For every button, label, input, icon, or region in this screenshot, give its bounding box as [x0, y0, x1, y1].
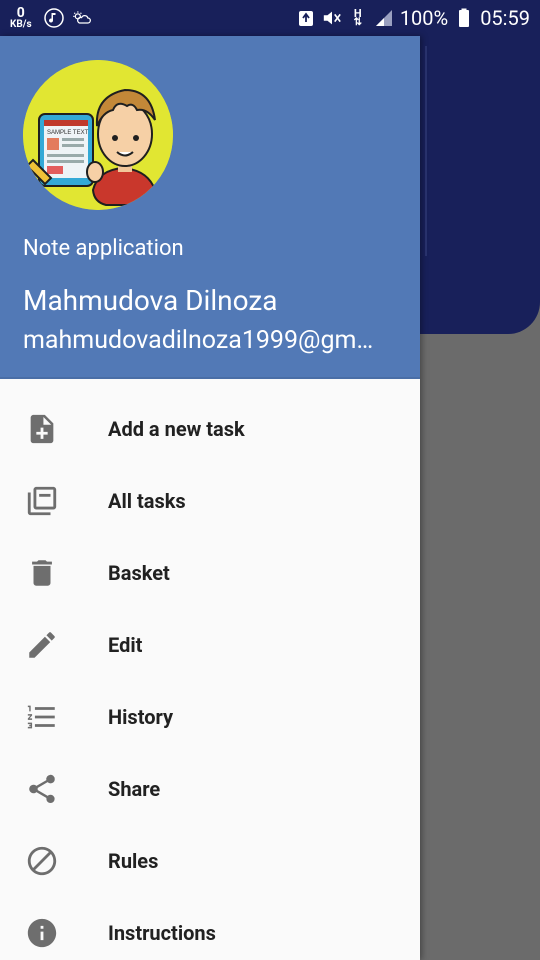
- avatar-illustration: SAMPLE TEXT: [23, 60, 173, 210]
- weather-icon: [72, 8, 92, 28]
- menu-label-edit: Edit: [108, 633, 143, 657]
- drawer-header: SAMPLE TEXT Note application Mahmudova D…: [0, 36, 420, 379]
- user-name: Mahmudova Dilnoza: [23, 284, 278, 317]
- menu-label-instructions: Instructions: [108, 921, 216, 945]
- menu-label-all-tasks: All tasks: [108, 489, 186, 513]
- menu-item-instructions[interactable]: Instructions: [0, 897, 420, 960]
- background-divider: [425, 46, 427, 256]
- battery-icon: [454, 8, 474, 28]
- menu-item-rules[interactable]: Rules: [0, 825, 420, 897]
- numbered-list-icon: [0, 681, 108, 753]
- menu-label-share: Share: [108, 777, 161, 801]
- menu-item-share[interactable]: Share: [0, 753, 420, 825]
- pencil-icon: [0, 609, 108, 681]
- block-icon: [0, 825, 108, 897]
- avatar[interactable]: SAMPLE TEXT: [23, 60, 173, 210]
- status-bar: 0 KB/s H ⇅ 100% 05:59: [0, 0, 540, 36]
- network-speed-unit: KB/s: [10, 19, 32, 30]
- info-icon: [0, 897, 108, 960]
- menu-item-all-tasks[interactable]: All tasks: [0, 465, 420, 537]
- clock: 05:59: [480, 6, 530, 30]
- mute-icon: [322, 8, 342, 28]
- menu-item-basket[interactable]: Basket: [0, 537, 420, 609]
- menu-item-add-task[interactable]: Add a new task: [0, 393, 420, 465]
- menu-label-history: History: [108, 705, 174, 729]
- avatar-sample-text: SAMPLE TEXT: [47, 130, 89, 136]
- network-speed: 0 KB/s: [10, 6, 32, 30]
- drawer-menu: Add a new task All tasks Basket Edit His…: [0, 393, 420, 960]
- menu-item-history[interactable]: History: [0, 681, 420, 753]
- menu-label-basket: Basket: [108, 561, 170, 585]
- share-icon: [0, 753, 108, 825]
- library-icon: [0, 465, 108, 537]
- navigation-drawer: SAMPLE TEXT Note application Mahmudova D…: [0, 36, 420, 960]
- trash-icon: [0, 537, 108, 609]
- user-email: mahmudovadilnoza1999@gmail.com: [23, 326, 383, 355]
- music-icon: [43, 8, 64, 28]
- menu-item-edit[interactable]: Edit: [0, 609, 420, 681]
- menu-label-add-task: Add a new task: [108, 417, 245, 441]
- network-type-icon: H ⇅: [353, 7, 362, 28]
- battery-percent: 100%: [399, 6, 449, 30]
- note-add-icon: [0, 393, 108, 465]
- recycle-icon: [296, 8, 316, 28]
- signal-icon: [374, 8, 394, 28]
- app-name: Note application: [23, 236, 184, 261]
- menu-label-rules: Rules: [108, 849, 159, 873]
